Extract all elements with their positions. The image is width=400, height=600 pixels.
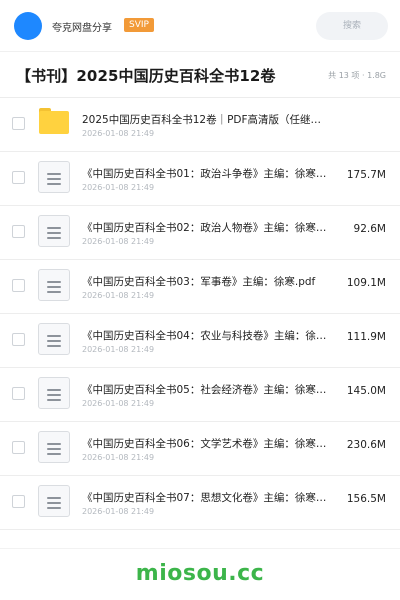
file-name[interactable]: 《中国历史百科全书06：文学艺术卷》主编：徐寒.p… <box>82 436 328 451</box>
file-row[interactable]: 《中国历史百科全书07：思想文化卷》主编：徐寒.p… 2026-01-08 21:… <box>0 476 400 530</box>
file-row[interactable]: 《中国历史百科全书02：政治人物卷》主编：徐寒.p… 2026-01-08 21:… <box>0 206 400 260</box>
file-row[interactable]: 《中国历史百科全书04：农业与科技卷》主编：徐寒.… 2026-01-08 21:… <box>0 314 400 368</box>
file-name[interactable]: 《中国历史百科全书03：军事卷》主编：徐寒.pdf <box>82 274 328 289</box>
file-row[interactable]: 《中国历史百科全书06：文学艺术卷》主编：徐寒.p… 2026-01-08 21:… <box>0 422 400 476</box>
folder-row[interactable]: 2025中国历史百科全书12卷｜PDF高清版（任继… 2026-01-08 21:… <box>0 98 400 152</box>
file-name[interactable]: 《中国历史百科全书01：政治斗争卷》主编：徐寒.p… <box>82 166 328 181</box>
row-checkbox[interactable] <box>12 441 25 454</box>
file-size: 111.9M <box>346 331 386 343</box>
page-title: 【书刊】2025中国历史百科全书12卷 <box>16 67 276 85</box>
row-checkbox[interactable] <box>12 225 25 238</box>
document-icon <box>38 431 70 463</box>
file-name[interactable]: 《中国历史百科全书05：社会经济卷》主编：徐寒.p… <box>82 382 328 397</box>
file-date: 2026-01-08 21:49 <box>82 345 155 354</box>
share-title-bar: 【书刊】2025中国历史百科全书12卷 共 13 项 · 1.8G <box>0 52 400 98</box>
file-date: 2026-01-08 21:49 <box>82 129 155 138</box>
row-checkbox[interactable] <box>12 171 25 184</box>
file-name[interactable]: 《中国历史百科全书02：政治人物卷》主编：徐寒.p… <box>82 220 328 235</box>
file-name[interactable]: 2025中国历史百科全书12卷｜PDF高清版（任继… <box>82 112 344 127</box>
file-name[interactable]: 《中国历史百科全书07：思想文化卷》主编：徐寒.p… <box>82 490 328 505</box>
share-meta: 共 13 项 · 1.8G <box>328 71 386 80</box>
file-date: 2026-01-08 21:49 <box>82 399 155 408</box>
search-input[interactable]: 搜索 <box>316 12 388 40</box>
row-checkbox[interactable] <box>12 117 25 130</box>
footer: miosou.cc <box>0 548 400 600</box>
row-checkbox[interactable] <box>12 495 25 508</box>
row-checkbox[interactable] <box>12 387 25 400</box>
file-size: 109.1M <box>346 277 386 289</box>
document-icon <box>38 323 70 355</box>
file-date: 2026-01-08 21:49 <box>82 291 155 300</box>
document-icon <box>38 215 70 247</box>
document-icon <box>38 377 70 409</box>
document-icon <box>38 161 70 193</box>
watermark-text: miosou.cc <box>135 561 265 586</box>
file-row[interactable]: 《中国历史百科全书03：军事卷》主编：徐寒.pdf 2026-01-08 21:4… <box>0 260 400 314</box>
file-list: 2025中国历史百科全书12卷｜PDF高清版（任继… 2026-01-08 21:… <box>0 98 400 530</box>
sharer-name[interactable]: 夸克网盘分享 <box>52 19 112 34</box>
file-size: 230.6M <box>346 439 386 451</box>
file-size: 175.7M <box>346 169 386 181</box>
file-size: 145.0M <box>346 385 386 397</box>
file-date: 2026-01-08 21:49 <box>82 507 155 516</box>
file-date: 2026-01-08 21:49 <box>82 453 155 462</box>
file-row[interactable]: 《中国历史百科全书05：社会经济卷》主编：徐寒.p… 2026-01-08 21:… <box>0 368 400 422</box>
file-row[interactable]: 《中国历史百科全书01：政治斗争卷》主编：徐寒.p… 2026-01-08 21:… <box>0 152 400 206</box>
file-date: 2026-01-08 21:49 <box>82 237 155 246</box>
file-name[interactable]: 《中国历史百科全书04：农业与科技卷》主编：徐寒.… <box>82 328 328 343</box>
avatar[interactable] <box>14 12 42 40</box>
file-size: 156.5M <box>346 493 386 505</box>
file-date: 2026-01-08 21:49 <box>82 183 155 192</box>
row-checkbox[interactable] <box>12 333 25 346</box>
row-checkbox[interactable] <box>12 279 25 292</box>
svip-badge: SVIP <box>124 18 154 32</box>
folder-icon <box>39 108 69 134</box>
document-icon <box>38 269 70 301</box>
document-icon <box>38 485 70 517</box>
file-size: 92.6M <box>353 223 386 235</box>
share-header: 夸克网盘分享 SVIP 搜索 <box>0 0 400 52</box>
